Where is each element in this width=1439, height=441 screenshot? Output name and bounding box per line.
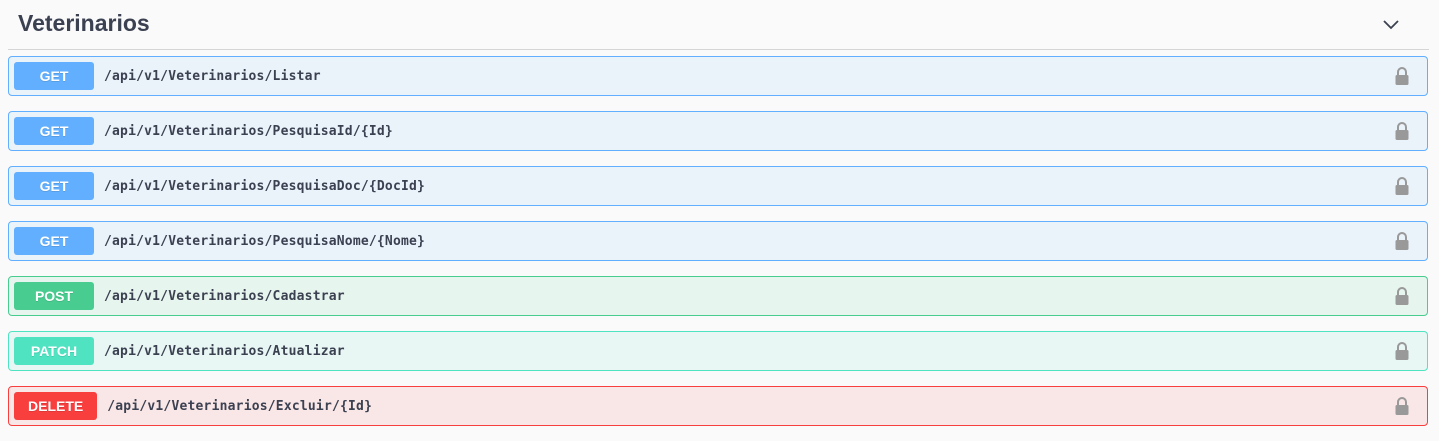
lock-icon[interactable]: [1393, 176, 1411, 196]
operation-patch-atualizar[interactable]: PATCH /api/v1/Veterinarios/Atualizar: [8, 331, 1428, 371]
operations-list: GET /api/v1/Veterinarios/Listar GET /api…: [8, 56, 1428, 441]
operation-post-cadastrar[interactable]: POST /api/v1/Veterinarios/Cadastrar: [8, 276, 1428, 316]
method-badge: GET: [14, 227, 94, 255]
operation-get-pesquisa-id[interactable]: GET /api/v1/Veterinarios/PesquisaId/{Id}: [8, 111, 1428, 151]
method-badge: DELETE: [14, 392, 98, 420]
section-title[interactable]: Veterinarios: [18, 10, 150, 37]
operation-path: /api/v1/Veterinarios/Cadastrar: [104, 288, 345, 304]
operation-path: /api/v1/Veterinarios/PesquisaId/{Id}: [104, 123, 393, 139]
lock-icon[interactable]: [1393, 121, 1411, 141]
method-badge: GET: [14, 172, 94, 200]
operation-path: /api/v1/Veterinarios/Atualizar: [104, 343, 345, 359]
operation-delete-excluir[interactable]: DELETE /api/v1/Veterinarios/Excluir/{Id}: [8, 386, 1428, 426]
chevron-down-icon[interactable]: [1379, 13, 1403, 37]
lock-icon[interactable]: [1393, 396, 1411, 416]
operation-get-listar[interactable]: GET /api/v1/Veterinarios/Listar: [8, 56, 1428, 96]
operation-path: /api/v1/Veterinarios/PesquisaDoc/{DocId}: [104, 178, 426, 194]
method-badge: PATCH: [14, 337, 94, 365]
operation-path: /api/v1/Veterinarios/Excluir/{Id}: [107, 398, 373, 414]
operation-path: /api/v1/Veterinarios/PesquisaNome/{Nome}: [104, 233, 426, 249]
lock-icon[interactable]: [1393, 66, 1411, 86]
lock-icon[interactable]: [1393, 286, 1411, 306]
section-header[interactable]: Veterinarios: [8, 0, 1429, 50]
method-badge: GET: [14, 117, 94, 145]
operation-path: /api/v1/Veterinarios/Listar: [104, 68, 321, 84]
lock-icon[interactable]: [1393, 341, 1411, 361]
method-badge: POST: [14, 282, 94, 310]
operation-get-pesquisa-nome[interactable]: GET /api/v1/Veterinarios/PesquisaNome/{N…: [8, 221, 1428, 261]
lock-icon[interactable]: [1393, 231, 1411, 251]
operation-get-pesquisa-doc[interactable]: GET /api/v1/Veterinarios/PesquisaDoc/{Do…: [8, 166, 1428, 206]
method-badge: GET: [14, 62, 94, 90]
